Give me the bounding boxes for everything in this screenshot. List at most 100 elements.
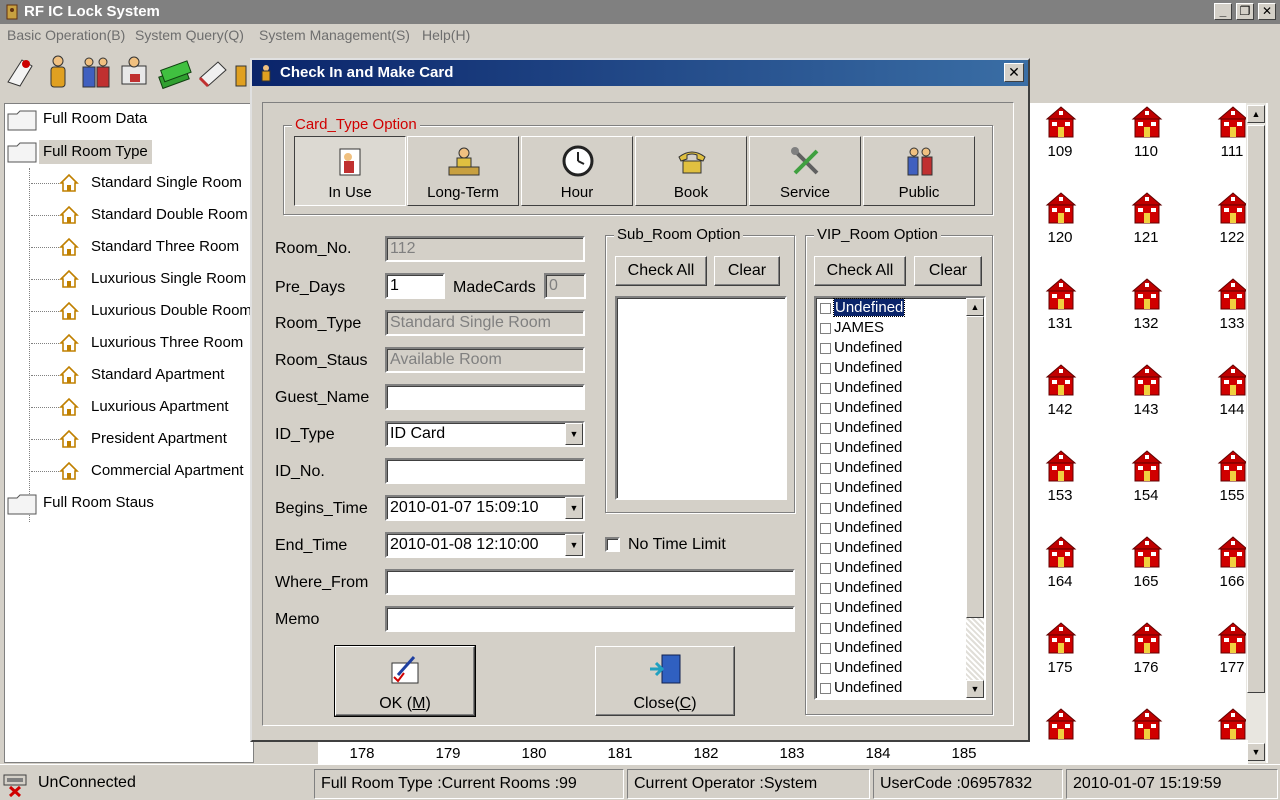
pre-days-field[interactable]: 1 — [385, 273, 445, 299]
vip-room-item[interactable]: Undefined — [820, 659, 902, 679]
scroll-thumb[interactable] — [1247, 125, 1265, 693]
vip-room-checkbox[interactable] — [820, 482, 831, 494]
vip-room-item[interactable]: Undefined — [820, 459, 902, 479]
id-type-select[interactable]: ID Card ▼ — [385, 421, 585, 447]
made-cards-field[interactable]: 0 — [544, 273, 586, 299]
vip-room-item[interactable]: Undefined — [820, 339, 902, 359]
vip-list-scrollbar[interactable]: ▲ ▼ — [966, 298, 984, 698]
vip-room-item[interactable]: Undefined — [820, 579, 902, 599]
room-tile[interactable]: 120 — [1030, 189, 1090, 259]
vip-room-item[interactable]: Undefined — [820, 599, 902, 619]
menu-basic-operation[interactable]: Basic Operation(B) — [7, 27, 125, 43]
toolbar-card-button[interactable] — [116, 52, 152, 92]
vip-room-item[interactable]: Undefined — [820, 399, 902, 419]
room-tile[interactable]: 121 — [1116, 189, 1176, 259]
room-tile[interactable]: 142 — [1030, 361, 1090, 431]
tree-item-room-type[interactable]: Luxurious Single Room — [29, 268, 255, 292]
vip-room-checkbox[interactable] — [820, 362, 831, 374]
room-status-field[interactable]: Available Room — [385, 347, 585, 373]
memo-field[interactable] — [385, 606, 795, 632]
tree-item-room-type[interactable]: Commercial Apartment — [29, 460, 255, 484]
vip-room-item[interactable]: Undefined — [820, 298, 906, 319]
card-type-in-use-button[interactable]: In Use — [294, 136, 406, 206]
vip-room-checkbox[interactable] — [820, 502, 831, 514]
tree-item-room-type[interactable]: Standard Single Room — [29, 172, 255, 196]
chevron-down-icon[interactable]: ▼ — [565, 534, 583, 556]
room-tile[interactable]: 176 — [1116, 619, 1176, 689]
card-type-hour-button[interactable]: Hour — [521, 136, 633, 206]
toolbar-money-button[interactable] — [156, 52, 192, 92]
room-tile[interactable]: 175 — [1030, 619, 1090, 689]
tree-item-room-type[interactable]: President Apartment — [29, 428, 255, 452]
room-number[interactable]: 184 — [858, 745, 898, 762]
vip-room-item[interactable]: Undefined — [820, 479, 902, 499]
room-tile[interactable]: 165 — [1116, 533, 1176, 603]
room-tile[interactable]: 109 — [1030, 103, 1090, 173]
vip-room-item[interactable]: Undefined — [820, 519, 902, 539]
vip-room-item[interactable]: Undefined — [820, 419, 902, 439]
vip-room-checkbox[interactable] — [820, 642, 831, 654]
restore-button[interactable]: ❐ — [1236, 3, 1254, 20]
vip-room-checkbox[interactable] — [820, 682, 831, 694]
scroll-thumb[interactable] — [966, 316, 984, 618]
tree-item-room-type[interactable]: Standard Three Room — [29, 236, 255, 260]
chevron-up-icon[interactable]: ▲ — [966, 298, 984, 316]
vip-room-checkbox[interactable] — [820, 402, 831, 414]
vip-room-item[interactable]: Undefined — [820, 439, 902, 459]
menu-system-management[interactable]: System Management(S) — [259, 27, 410, 43]
room-tile[interactable]: 132 — [1116, 275, 1176, 345]
card-type-service-button[interactable]: Service — [749, 136, 861, 206]
card-type-book-button[interactable]: Book — [635, 136, 747, 206]
room-tile[interactable]: 143 — [1116, 361, 1176, 431]
vip-room-item[interactable]: Undefined — [820, 499, 902, 519]
vip-room-clear-button[interactable]: Clear — [914, 256, 982, 286]
scroll-down-button[interactable]: ▼ — [1247, 743, 1265, 761]
vip-room-checkbox[interactable] — [820, 382, 831, 394]
vip-room-checkbox[interactable] — [820, 442, 831, 454]
close-app-button[interactable]: ✕ — [1258, 3, 1276, 20]
room-number[interactable]: 183 — [772, 745, 812, 762]
room-grid-scrollbar[interactable]: ▲ ▼ — [1246, 103, 1266, 763]
ok-button[interactable]: OK (M) — [334, 645, 476, 717]
room-tile[interactable]: 154 — [1116, 447, 1176, 517]
vip-room-item[interactable]: Undefined — [820, 559, 902, 579]
no-time-limit-checkbox[interactable] — [605, 537, 620, 552]
tree-item-room-type[interactable]: Luxurious Three Room — [29, 332, 255, 356]
toolbar-checkin-button[interactable] — [2, 52, 38, 92]
vip-room-checkbox[interactable] — [820, 662, 831, 674]
vip-room-checkbox[interactable] — [820, 522, 831, 534]
vip-room-checkbox[interactable] — [820, 422, 831, 434]
id-no-field[interactable] — [385, 458, 585, 484]
vip-room-checkbox[interactable] — [820, 582, 831, 594]
toolbar-erase-button[interactable] — [194, 52, 230, 92]
vip-room-checkbox[interactable] — [820, 462, 831, 474]
dialog-close-button[interactable]: ✕ — [1004, 63, 1024, 82]
room-tile[interactable]: 153 — [1030, 447, 1090, 517]
sub-room-list[interactable] — [615, 296, 787, 500]
vip-room-checkbox[interactable] — [820, 542, 831, 554]
room-number[interactable]: 178 — [342, 745, 382, 762]
room-type-field[interactable]: Standard Single Room — [385, 310, 585, 336]
chevron-down-icon[interactable]: ▼ — [966, 680, 984, 698]
vip-room-item[interactable]: Undefined — [820, 359, 902, 379]
vip-room-item[interactable]: Undefined — [820, 379, 902, 399]
room-number[interactable]: 179 — [428, 745, 468, 762]
room-tile[interactable]: 131 — [1030, 275, 1090, 345]
tree-node-full-room-type[interactable]: Full Room Type — [5, 140, 245, 164]
tree-item-room-type[interactable]: Luxurious Double Room — [29, 300, 255, 324]
scroll-up-button[interactable]: ▲ — [1247, 105, 1265, 123]
vip-room-checkbox[interactable] — [820, 562, 831, 574]
vip-room-checkbox[interactable] — [820, 302, 831, 314]
room-tile[interactable]: 164 — [1030, 533, 1090, 603]
end-time-picker[interactable]: 2010-01-08 12:10:00 ▼ — [385, 532, 585, 558]
vip-room-check-all-button[interactable]: Check All — [814, 256, 906, 286]
vip-room-item[interactable]: Undefined — [820, 639, 902, 659]
sub-room-check-all-button[interactable]: Check All — [615, 256, 707, 286]
chevron-down-icon[interactable]: ▼ — [565, 423, 583, 445]
toolbar-guest-button[interactable] — [40, 52, 76, 92]
chevron-down-icon[interactable]: ▼ — [565, 497, 583, 519]
tree-node-full-room-status[interactable]: Full Room Staus — [5, 492, 245, 516]
vip-room-list[interactable]: Undefined Undefined Undefined Undefined Unde… — [814, 296, 986, 700]
guest-name-field[interactable] — [385, 384, 585, 410]
vip-room-checkbox[interactable] — [820, 602, 831, 614]
